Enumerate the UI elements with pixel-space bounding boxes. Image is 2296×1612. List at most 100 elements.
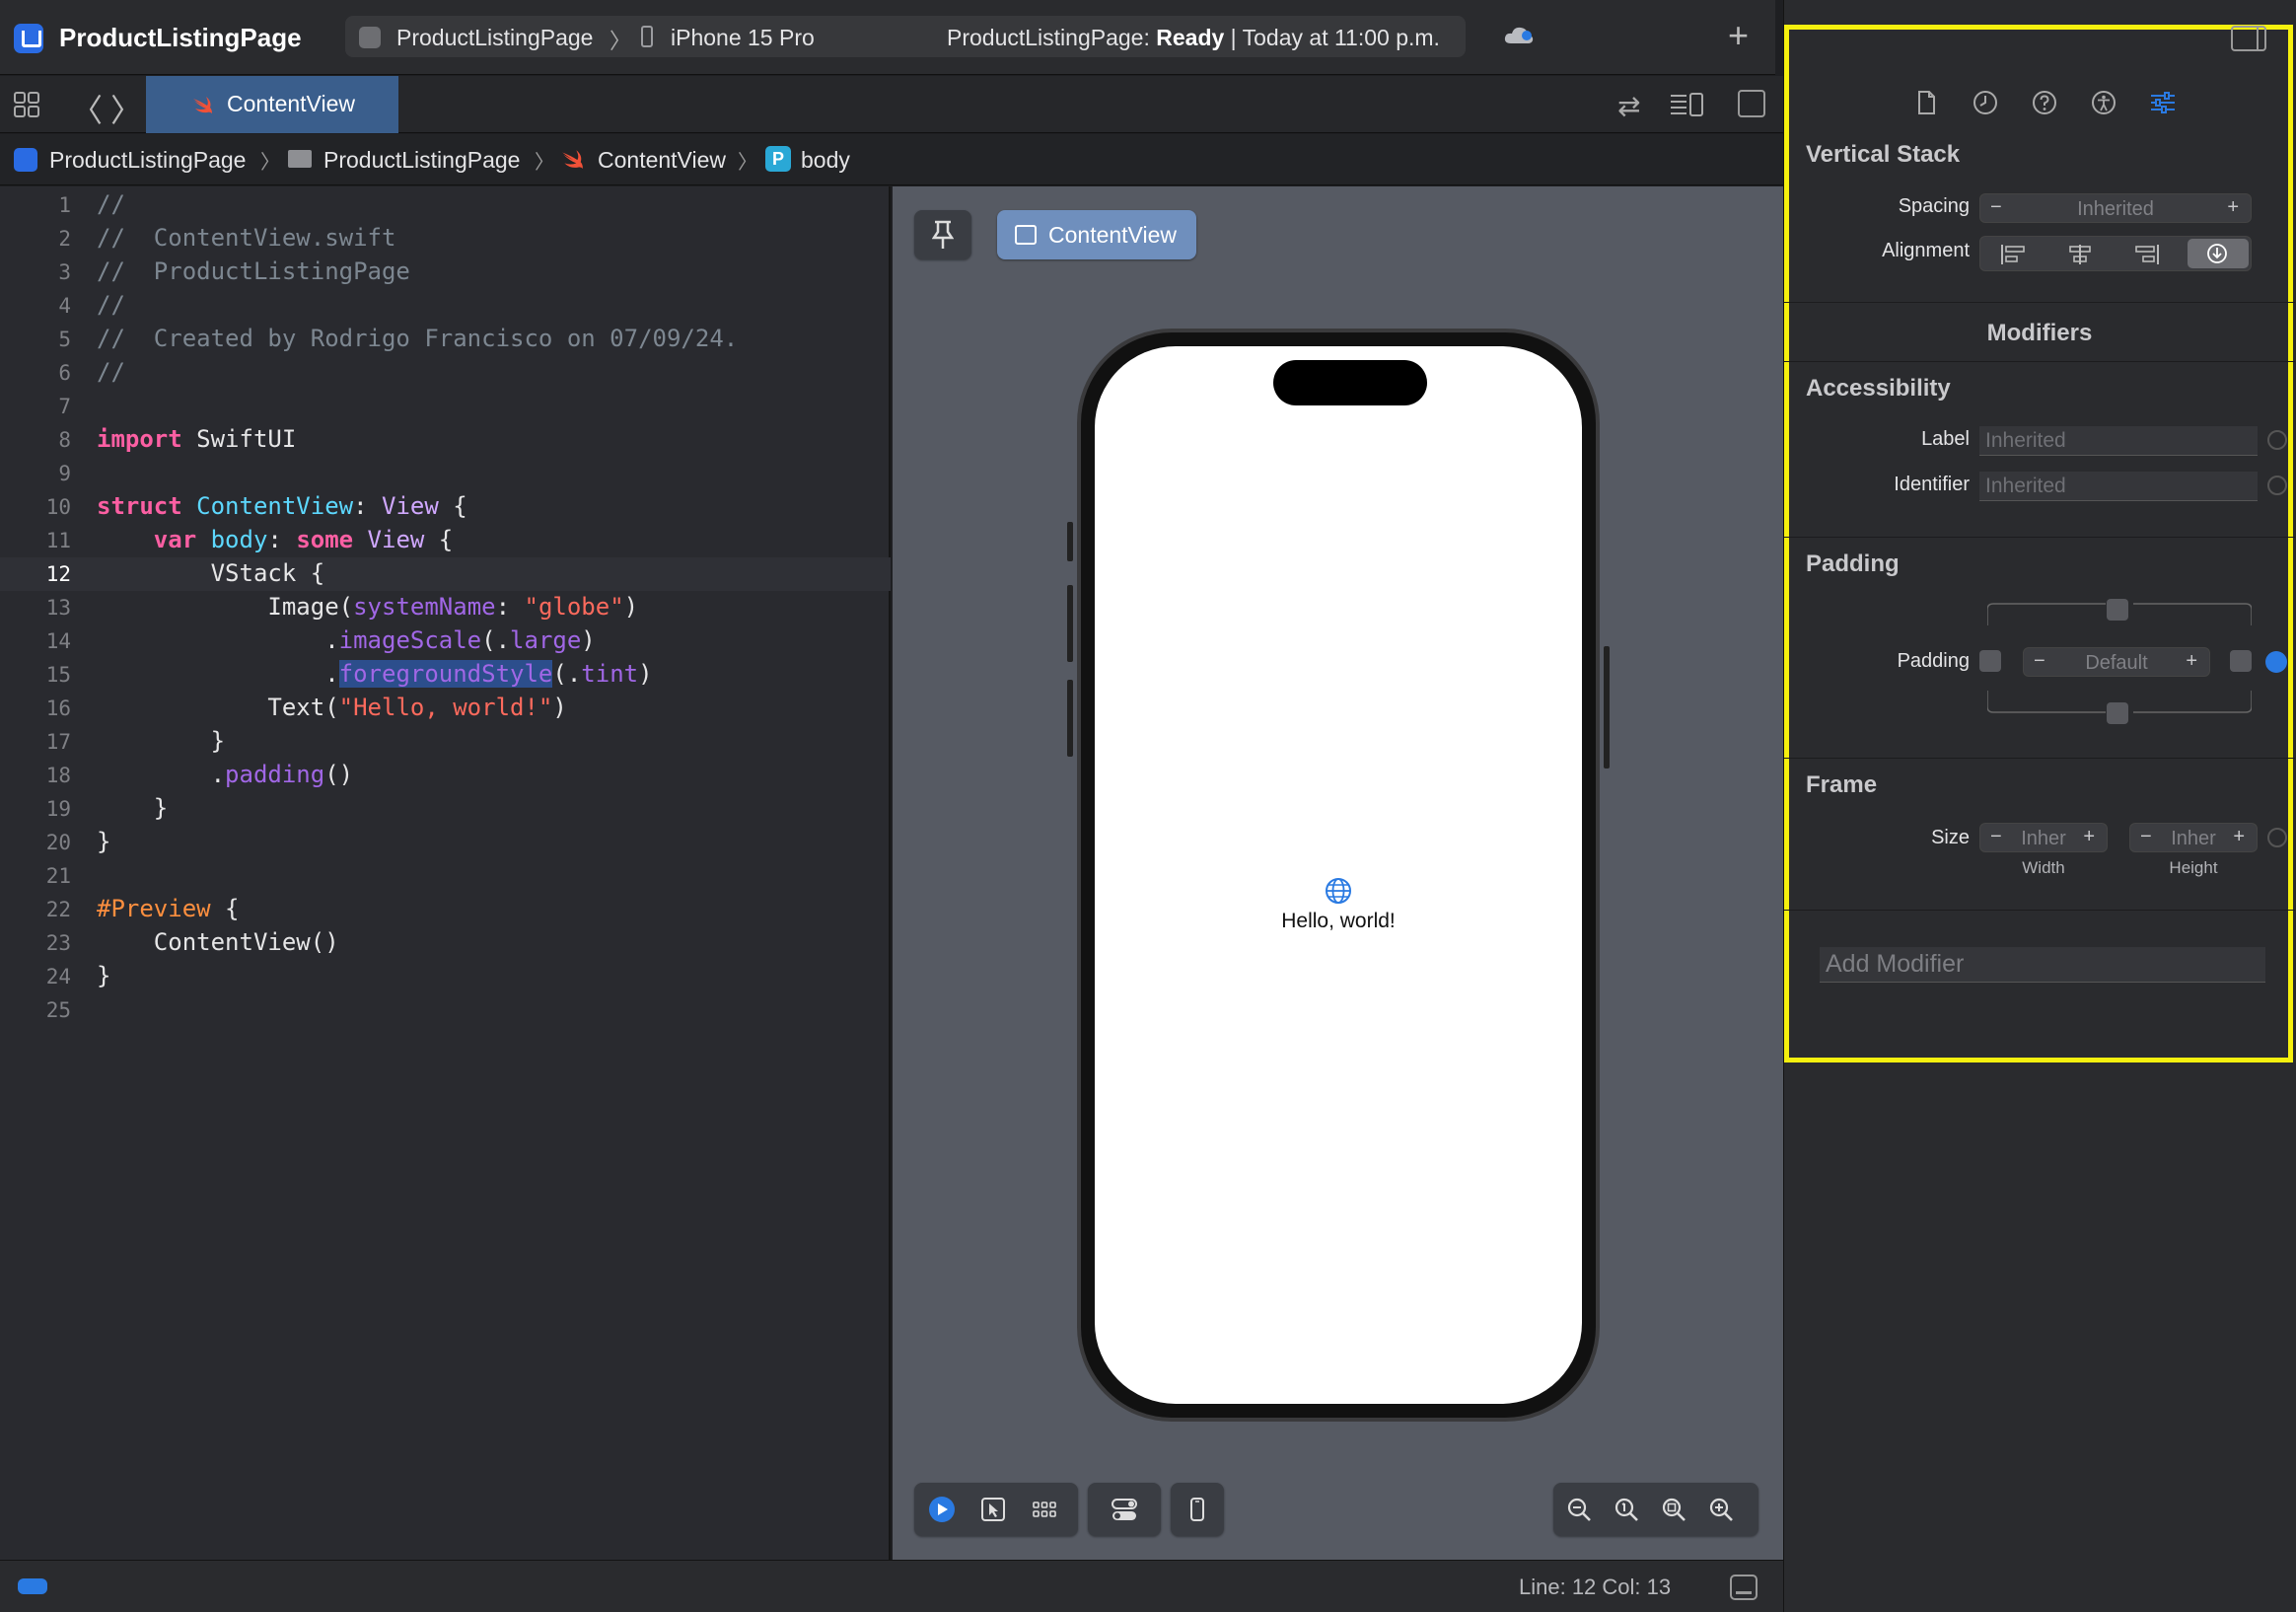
code-line: // <box>97 358 125 386</box>
line-number: 23 <box>45 931 71 955</box>
breadcrumb-file[interactable]: ContentView <box>598 147 726 174</box>
align-leading-icon[interactable] <box>1998 243 2028 266</box>
accessibility-identifier-radio[interactable] <box>2267 476 2287 495</box>
zoom-to-fit-icon[interactable] <box>1660 1496 1687 1523</box>
align-selected-segment[interactable] <box>2188 239 2249 268</box>
accessibility-identifier-field[interactable]: Inherited <box>1979 472 2258 501</box>
accessibility-label-field[interactable]: Inherited <box>1979 426 2258 456</box>
code-line: import SwiftUI <box>97 425 297 453</box>
alignment-control <box>1979 236 2252 271</box>
padding-stepper[interactable]: − Default + <box>2023 647 2210 677</box>
line-number: 10 <box>45 495 71 519</box>
phone-side-button <box>1067 680 1073 757</box>
stepper-increment[interactable]: + <box>2227 196 2239 219</box>
run-destination[interactable]: iPhone 15 Pro <box>671 25 815 51</box>
spacing-stepper[interactable]: − Inherited + <box>1979 193 2252 223</box>
line-number: 20 <box>45 831 71 854</box>
spacing-value: Inherited <box>2077 198 2154 220</box>
padding-leading-checkbox[interactable] <box>1979 650 2001 672</box>
breadcrumb-symbol[interactable]: body <box>801 147 850 174</box>
zoom-out-icon[interactable] <box>1565 1496 1593 1523</box>
frame-width-stepper[interactable]: − Inher + <box>1979 823 2108 852</box>
line-number: 24 <box>45 965 71 989</box>
breadcrumb-project[interactable]: ProductListingPage <box>49 147 246 174</box>
swap-icon[interactable]: ⇄ <box>1617 90 1640 122</box>
accessibility-label-radio[interactable] <box>2267 430 2287 450</box>
phone-side-button <box>1067 585 1073 662</box>
iphone-icon[interactable] <box>1184 1496 1211 1523</box>
line-number: 19 <box>45 797 71 821</box>
xcode-project-icon <box>14 24 43 53</box>
code-line: // ProductListingPage <box>97 257 410 285</box>
pin-preview-button[interactable] <box>914 210 971 259</box>
line-number: 5 <box>58 328 71 351</box>
line-number: 21 <box>45 864 71 888</box>
toggle-inspector-icon[interactable] <box>2231 26 2266 51</box>
line-number: 14 <box>45 629 71 653</box>
line-number: 25 <box>45 998 71 1022</box>
line-number: 22 <box>45 898 71 921</box>
align-trailing-icon[interactable] <box>2132 243 2162 266</box>
size-label: Size <box>1931 827 1970 848</box>
code-line: Image(systemName: "globe") <box>97 593 639 621</box>
add-modifier-field[interactable]: Add Modifier <box>1820 947 2265 983</box>
tab-bar: 〈 〉 ContentView ⇄ <box>0 76 1783 133</box>
code-line: ContentView() <box>97 928 339 956</box>
preview-canvas[interactable]: ContentView Hello, world! <box>893 186 1783 1560</box>
live-preview-icon[interactable] <box>928 1496 956 1523</box>
height-caption: Height <box>2169 858 2218 877</box>
line-number: 3 <box>58 260 71 284</box>
padding-trailing-checkbox[interactable] <box>2230 650 2252 672</box>
line-number: 2 <box>58 227 71 251</box>
alignment-label: Alignment <box>1882 240 1970 261</box>
breadcrumb-group[interactable]: ProductListingPage <box>323 147 520 174</box>
stepper-increment[interactable]: + <box>2186 650 2197 673</box>
forward-button[interactable]: 〉 <box>110 86 142 131</box>
zoom-in-icon[interactable] <box>1707 1496 1735 1523</box>
selectable-mode-icon[interactable] <box>979 1496 1007 1523</box>
frame-height-stepper[interactable]: − Inher + <box>2129 823 2258 852</box>
padding-active-indicator[interactable] <box>2265 651 2287 673</box>
title-bar: ProductListingPage ProductListingPage 〉 … <box>0 0 1775 75</box>
add-button[interactable]: + <box>1728 16 1749 55</box>
chevron-right-icon: 〉 <box>535 152 554 174</box>
debug-area-toggle-icon[interactable] <box>18 1578 47 1594</box>
frame-size-radio[interactable] <box>2267 828 2287 847</box>
back-button[interactable]: 〈 <box>71 86 103 131</box>
bottom-panel-icon[interactable] <box>1730 1575 1758 1600</box>
help-inspector-icon[interactable] <box>2031 89 2058 116</box>
grid-icon[interactable] <box>14 92 39 117</box>
cloud-icon[interactable] <box>1503 24 1535 45</box>
history-inspector-icon[interactable] <box>1972 89 1999 116</box>
add-editor-icon[interactable] <box>1738 90 1765 117</box>
status-state: Ready <box>1156 25 1225 50</box>
inspector-panel: Vertical Stack Spacing − Inherited + Ali… <box>1783 0 2296 1612</box>
stepper-increment[interactable]: + <box>2233 826 2245 848</box>
line-number: 6 <box>58 361 71 385</box>
folder-icon <box>288 150 312 168</box>
swift-icon <box>562 150 583 169</box>
device-settings-icon[interactable] <box>1111 1496 1138 1523</box>
source-editor[interactable]: 1 2 3 4 5 6 7 8 9 10 11 12 13 14 15 16 1… <box>0 186 891 1560</box>
padding-top-checkbox[interactable] <box>2107 599 2128 621</box>
preview-selector[interactable]: ContentView <box>997 210 1196 259</box>
scheme-name[interactable]: ProductListingPage <box>396 25 593 51</box>
padding-value: Default <box>2085 652 2148 674</box>
status-bar: Line: 12 Col: 13 <box>0 1560 1783 1612</box>
status-suffix: | Today at 11:00 p.m. <box>1224 25 1440 50</box>
device-screen[interactable]: Hello, world! <box>1095 346 1582 1404</box>
code-line: struct ContentView: View { <box>97 492 467 520</box>
file-inspector-icon[interactable] <box>1912 89 1940 116</box>
editor-options-icon[interactable] <box>1669 92 1704 117</box>
align-center-icon[interactable] <box>2065 243 2095 266</box>
stepper-increment[interactable]: + <box>2083 826 2095 848</box>
attributes-inspector-icon[interactable] <box>2149 89 2177 116</box>
code-line: #Preview { <box>97 895 240 922</box>
variants-grid-icon[interactable] <box>1031 1496 1058 1523</box>
accessibility-inspector-icon[interactable] <box>2090 89 2117 116</box>
scheme-selector[interactable]: ProductListingPage 〉 iPhone 15 Pro Produ… <box>345 16 1466 57</box>
padding-bottom-checkbox[interactable] <box>2107 702 2128 724</box>
zoom-actual-size-icon[interactable] <box>1613 1496 1640 1523</box>
chevron-right-icon: 〉 <box>260 152 280 174</box>
tab-contentview[interactable]: ContentView <box>146 76 398 133</box>
